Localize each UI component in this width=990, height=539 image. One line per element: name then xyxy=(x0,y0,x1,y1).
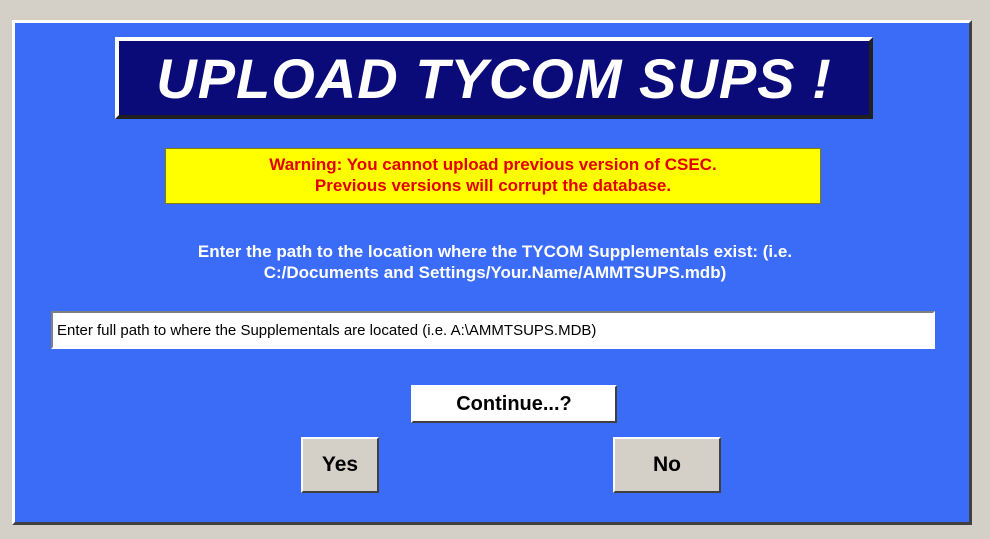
instruction-text: Enter the path to the location where the… xyxy=(45,241,945,283)
upload-dialog: UPLOAD TYCOM SUPS ! Warning: You cannot … xyxy=(12,20,972,525)
warning-line-2: Previous versions will corrupt the datab… xyxy=(314,176,672,195)
window-frame: UPLOAD TYCOM SUPS ! Warning: You cannot … xyxy=(0,0,990,539)
continue-button[interactable]: Continue...? xyxy=(411,385,617,423)
yes-button[interactable]: Yes xyxy=(301,437,379,493)
dialog-title: UPLOAD TYCOM SUPS ! xyxy=(156,46,832,110)
warning-line-1: Warning: You cannot upload previous vers… xyxy=(269,155,717,174)
no-button[interactable]: No xyxy=(613,437,721,493)
instruction-line-1: Enter the path to the location where the… xyxy=(197,242,793,261)
path-input[interactable] xyxy=(51,311,935,349)
instruction-line-2: C:/Documents and Settings/Your.Name/AMMT… xyxy=(263,263,727,282)
title-banner: UPLOAD TYCOM SUPS ! xyxy=(115,37,873,119)
warning-box: Warning: You cannot upload previous vers… xyxy=(165,148,821,204)
